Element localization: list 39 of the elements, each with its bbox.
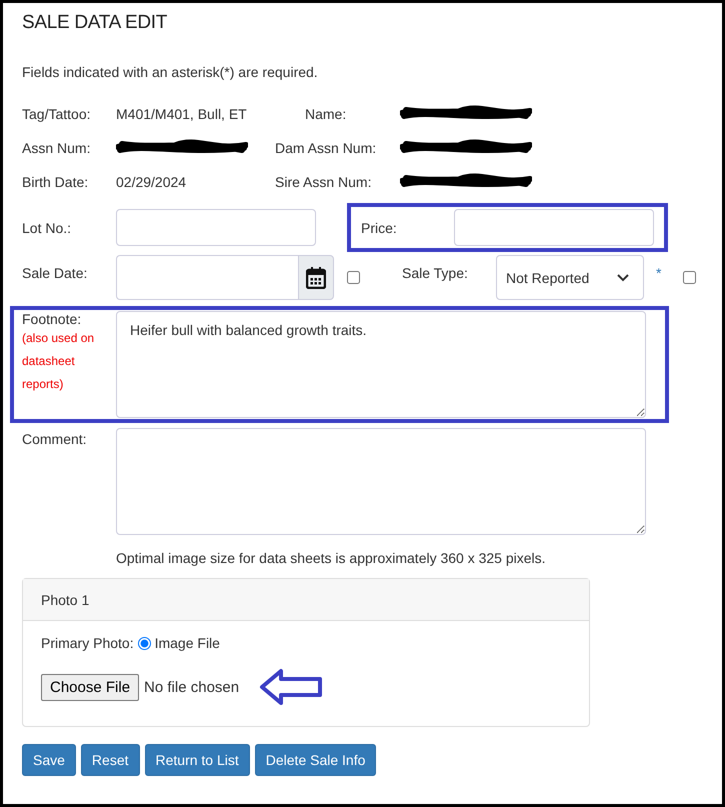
radio-button[interactable] [138, 636, 151, 650]
sale-type-select[interactable]: Not Reported [496, 255, 644, 300]
arrow-icon [259, 668, 324, 706]
info-label: Dam Assn Num: [275, 140, 378, 156]
field-label: Comment: [22, 430, 88, 447]
info-value: 02/29/2024 [116, 174, 188, 190]
checkbox[interactable] [683, 271, 696, 284]
action-button[interactable]: Save [22, 744, 76, 776]
info-label: Assn Num: [22, 140, 92, 156]
page-title: SALE DATA EDIT [22, 11, 168, 35]
required-note: Fields indicated with an asterisk(*) are required. [22, 63, 319, 82]
required-mark: * [656, 265, 662, 281]
field-label: Price: [361, 220, 398, 236]
field-label: Primary Photo: [41, 635, 134, 651]
action-button[interactable]: Reset [80, 744, 140, 776]
info-label: Name: [305, 106, 348, 122]
choose-file-button[interactable]: Choose File [41, 674, 140, 700]
chevron-icon [617, 274, 629, 282]
card-title: Photo 1 [41, 592, 90, 608]
footnote-textarea[interactable]: Heifer bull with balanced growth traits. [116, 311, 646, 418]
file-status: No file chosen [144, 678, 240, 696]
field-label: Sale Date: [22, 264, 88, 281]
calendar-icon[interactable] [298, 255, 334, 300]
info-value: M401/M401, Bull, ET [116, 106, 248, 122]
info-label: Sire Assn Num: [275, 174, 372, 190]
info-label: Tag/Tattoo: [22, 106, 92, 122]
field-label: Lot No.: [22, 220, 72, 236]
image-hint: Optimal image size for data sheets is approximately 360 x 325 pixels. [116, 550, 546, 566]
action-button[interactable]: Delete Sale Info [254, 744, 376, 776]
checkbox[interactable] [347, 271, 360, 284]
action-button[interactable]: Return to List [144, 744, 250, 776]
info-label: Birth Date: [22, 174, 90, 190]
footnote-note: (also used on datasheet reports) [22, 330, 96, 393]
price-input[interactable] [454, 209, 654, 246]
lot-input[interactable] [116, 209, 316, 246]
field-label: Sale Type: [402, 264, 469, 281]
radio-label: Image File [154, 635, 220, 651]
date-input[interactable] [116, 255, 298, 300]
field-label: Footnote: [22, 311, 82, 327]
